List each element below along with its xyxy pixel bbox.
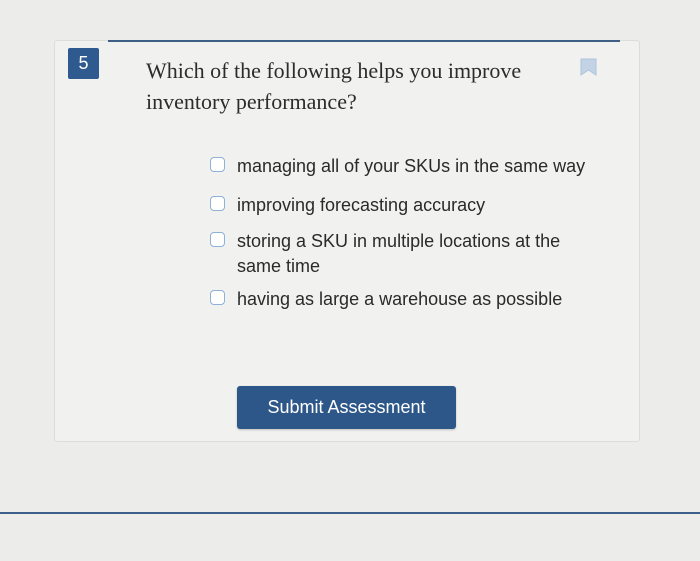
option-label: storing a SKU in multiple locations at t… — [237, 231, 561, 276]
option-label: having as large a warehouse as possible — [237, 289, 563, 309]
question-number-badge: 5 — [68, 48, 99, 79]
submit-assessment-button[interactable]: Submit Assessment — [237, 386, 456, 429]
checkbox[interactable] — [210, 290, 225, 305]
option-label: managing all of your SKUs in the same wa… — [237, 156, 586, 176]
checkbox[interactable] — [210, 232, 225, 247]
question-divider — [108, 40, 620, 42]
question-text: Which of the following helps you improve… — [146, 58, 522, 114]
checkbox[interactable] — [210, 157, 225, 172]
option-label: improving forecasting accuracy — [237, 195, 486, 215]
bookmark-icon[interactable] — [580, 58, 597, 76]
checkbox[interactable] — [210, 196, 225, 211]
footer-divider — [0, 512, 700, 514]
